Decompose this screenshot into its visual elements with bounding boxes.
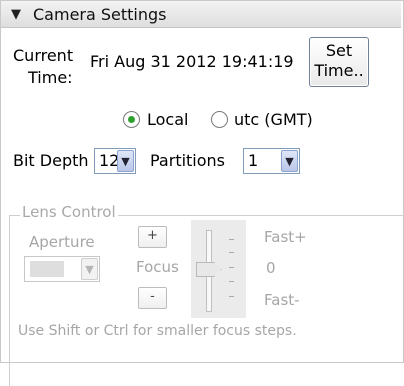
current-time-value: Fri Aug 31 2012 19:41:19 (90, 52, 294, 71)
chevron-down-icon: ▼ (81, 258, 98, 280)
local-radio[interactable] (123, 111, 140, 128)
local-radio-label[interactable]: Local (147, 110, 188, 129)
slider-tick (229, 239, 234, 240)
current-time-label-line2: Time: (28, 68, 73, 87)
utc-radio[interactable] (211, 111, 228, 128)
fast-plus-label: Fast+ (264, 228, 307, 246)
chevron-down-icon[interactable]: ▼ (281, 150, 298, 172)
partitions-label: Partitions (150, 151, 226, 170)
set-time-button-line2: Time.. (314, 61, 364, 80)
chevron-down-icon[interactable]: ▼ (117, 150, 134, 172)
slider-tick (229, 296, 234, 297)
current-time-label-line1: Current (13, 46, 74, 65)
panel-header[interactable]: ▼ Camera Settings (1, 1, 401, 28)
set-time-button-line1: Set (325, 41, 353, 60)
slider-tick (229, 267, 234, 268)
partitions-value: 1 (248, 151, 259, 170)
fast-minus-label: Fast- (264, 291, 300, 309)
bit-depth-label: Bit Depth (13, 151, 89, 170)
zero-label: 0 (266, 259, 276, 277)
aperture-label: Aperture (29, 233, 95, 251)
slider-tick (229, 281, 234, 282)
lens-control-label: Lens Control (20, 203, 118, 221)
focus-label: Focus (136, 258, 179, 276)
partitions-select[interactable]: 1 ▼ (243, 148, 300, 174)
bit-depth-select[interactable]: 12 ▼ (94, 148, 136, 174)
slider-tick (229, 252, 234, 253)
focus-minus-button[interactable]: - (138, 287, 167, 309)
utc-radio-label[interactable]: utc (GMT) (234, 110, 313, 129)
aperture-select[interactable]: ▼ (24, 256, 100, 282)
triangle-down-icon[interactable]: ▼ (11, 7, 25, 22)
aperture-value (30, 261, 64, 277)
set-time-button[interactable]: Set Time.. (309, 37, 369, 87)
panel-title: Camera Settings (33, 4, 167, 24)
focus-plus-button[interactable]: + (138, 226, 167, 248)
focus-hint-text: Use Shift or Ctrl for smaller focus step… (18, 323, 297, 339)
